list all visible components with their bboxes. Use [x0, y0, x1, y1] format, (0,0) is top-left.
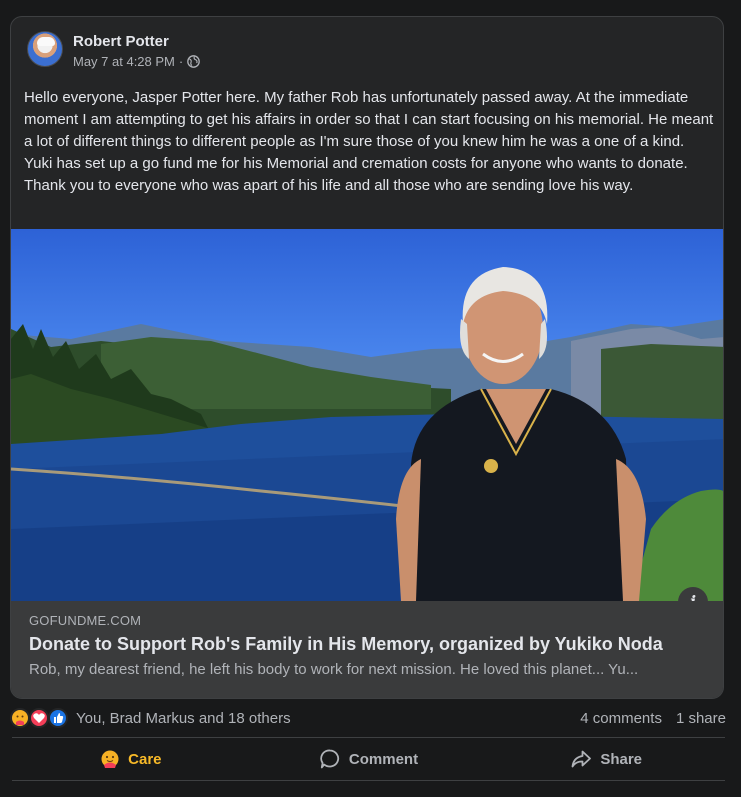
post-card: Robert Potter May 7 at 4:28 PM · Hello e…	[10, 16, 724, 699]
link-preview[interactable]: GOFUNDME.COM Donate to Support Rob's Fam…	[11, 601, 723, 698]
post-photo[interactable]	[11, 229, 723, 601]
avatar[interactable]	[27, 31, 63, 67]
care-reaction-icon	[10, 708, 30, 728]
reactions-summary: You, Brad Markus and 18 others 4 comment…	[10, 707, 726, 729]
comment-icon	[320, 749, 339, 769]
share-label: Share	[600, 750, 643, 768]
action-divider-bottom	[12, 780, 725, 781]
care-icon	[101, 750, 119, 768]
shares-count[interactable]: 1 share	[676, 710, 726, 727]
action-divider-top	[12, 737, 725, 738]
link-title[interactable]: Donate to Support Rob's Family in His Me…	[29, 634, 663, 655]
share-button[interactable]: Share	[487, 740, 725, 778]
post-timestamp[interactable]: May 7 at 4:28 PM	[73, 54, 175, 69]
previous-post-edge	[0, 0, 741, 6]
post-header: Robert Potter May 7 at 4:28 PM ·	[27, 31, 707, 71]
post-body: Hello everyone, Jasper Potter here. My f…	[24, 89, 714, 194]
author-name[interactable]: Robert Potter	[73, 33, 169, 50]
care-button[interactable]: Care	[12, 740, 250, 778]
page: Robert Potter May 7 at 4:28 PM · Hello e…	[0, 0, 741, 797]
meta-separator: ·	[178, 54, 184, 69]
share-icon	[571, 750, 592, 768]
care-label: Care	[128, 750, 162, 768]
globe-icon[interactable]	[187, 55, 201, 68]
comments-count[interactable]: 4 comments	[580, 710, 662, 727]
like-reaction-icon	[48, 708, 68, 728]
link-description: Rob, my dearest friend, he left his body…	[29, 661, 639, 678]
link-domain: GOFUNDME.COM	[29, 613, 142, 628]
love-reaction-icon	[29, 708, 49, 728]
post-meta: May 7 at 4:28 PM ·	[73, 54, 201, 69]
reaction-icons[interactable]	[10, 707, 72, 729]
reaction-names[interactable]: You, Brad Markus and 18 others	[76, 710, 291, 727]
action-bar: Care Comment Share	[12, 740, 725, 778]
comment-button[interactable]: Comment	[250, 740, 488, 778]
comment-label: Comment	[348, 750, 419, 768]
engagement-counts: 4 comments 1 share	[580, 710, 726, 727]
